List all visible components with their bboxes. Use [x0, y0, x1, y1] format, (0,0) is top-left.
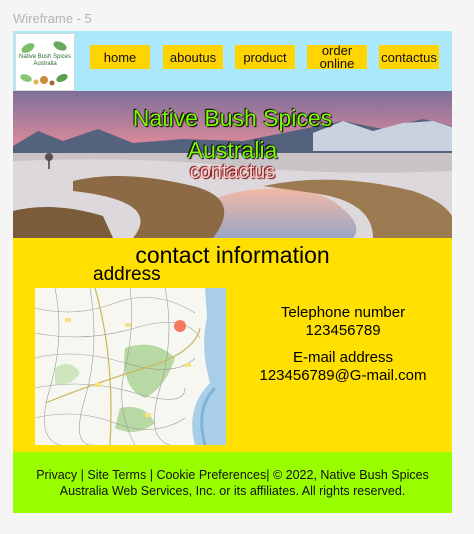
- privacy-link[interactable]: Privacy: [36, 468, 77, 482]
- map-image: [35, 288, 226, 445]
- nav-home-button[interactable]: home: [90, 45, 150, 69]
- logo-text: Native Bush Spices Australia: [18, 54, 72, 67]
- cookie-preferences-link[interactable]: Cookie Preferences: [156, 468, 266, 482]
- hero-subtitle: contactus: [189, 161, 276, 183]
- logo[interactable]: Native Bush Spices Australia: [15, 33, 75, 91]
- footer-separator: |: [266, 468, 270, 482]
- footer-separator: |: [80, 468, 84, 482]
- site-terms-link[interactable]: Site Terms: [87, 468, 146, 482]
- address-label: address: [93, 264, 161, 285]
- hero-banner: Native Bush Spices Australia contactus: [13, 91, 452, 238]
- hero-title-line2: Australia: [187, 137, 278, 163]
- site-footer: Privacy | Site Terms | Cookie Preference…: [13, 452, 452, 513]
- address-map[interactable]: [35, 288, 226, 445]
- nav-product-button[interactable]: product: [235, 45, 295, 69]
- footer-separator: |: [149, 468, 153, 482]
- site-header: Native Bush Spices Australia home aboutu…: [13, 31, 452, 91]
- phone-label: Telephone number: [280, 304, 406, 321]
- contact-heading: contact information: [135, 242, 330, 268]
- phone-value[interactable]: 123456789: [248, 322, 438, 340]
- frame-label: Wireframe - 5: [13, 11, 92, 26]
- nav-contactus-button[interactable]: contactus: [379, 45, 439, 69]
- nav-aboutus-button[interactable]: aboutus: [163, 45, 223, 69]
- nav-order-online-button[interactable]: order online: [307, 44, 367, 70]
- contact-section: contact information address Telephone nu…: [13, 238, 452, 452]
- hero-title: Native Bush Spices: [132, 105, 333, 131]
- page-frame: Native Bush Spices Australia home aboutu…: [13, 31, 452, 513]
- email-label: E-mail address: [292, 349, 394, 366]
- email-value[interactable]: 123456789@G-mail.com: [248, 367, 438, 385]
